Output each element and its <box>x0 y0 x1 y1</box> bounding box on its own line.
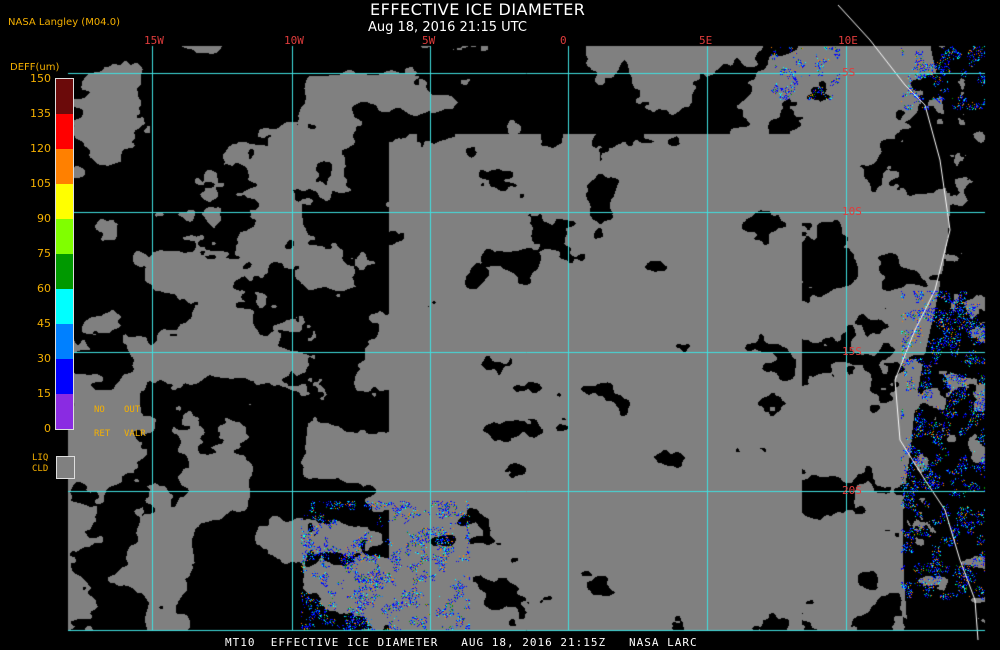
longitude-label: 15W <box>144 34 164 47</box>
color-bar-frame <box>55 78 74 430</box>
satellite-map <box>0 0 1000 650</box>
legend-tick: 150 <box>30 72 51 85</box>
ret-label: RET <box>94 429 111 439</box>
page-title: EFFECTIVE ICE DIAMETER <box>370 0 586 19</box>
legend-tick: 45 <box>37 317 51 330</box>
legend-tick: 105 <box>30 177 51 190</box>
latitude-label: 10S <box>842 205 862 218</box>
legend-tick: 90 <box>37 212 51 225</box>
legend-tick: 75 <box>37 247 51 260</box>
latitude-label: 20S <box>842 484 862 497</box>
liquid-cloud-swatch <box>56 456 75 479</box>
longitude-label: 5E <box>699 34 713 47</box>
legend-tick: 135 <box>30 107 51 120</box>
footer-caption: MT10 EFFECTIVE ICE DIAMETER AUG 18, 2016… <box>225 636 698 649</box>
cld-label: CLD <box>32 464 49 474</box>
longitude-label: 10W <box>284 34 304 47</box>
latitude-label: 5S <box>842 66 856 79</box>
legend-tick: 15 <box>37 387 51 400</box>
legend-tick: 0 <box>44 422 51 435</box>
out-label: OUT <box>124 405 141 415</box>
valr-label: VALR <box>124 429 146 439</box>
no-label: NO <box>94 405 105 415</box>
longitude-label: 0 <box>560 34 567 47</box>
legend-tick: 30 <box>37 352 51 365</box>
legend-tick: 60 <box>37 282 51 295</box>
credit-label: NASA Langley (M04.0) <box>8 17 120 28</box>
liq-label: LIQ <box>32 453 49 463</box>
timestamp: Aug 18, 2016 21:15 UTC <box>368 20 527 35</box>
longitude-label: 5W <box>422 34 436 47</box>
longitude-label: 10E <box>838 34 858 47</box>
legend-tick: 120 <box>30 142 51 155</box>
latitude-label: 15S <box>842 345 862 358</box>
